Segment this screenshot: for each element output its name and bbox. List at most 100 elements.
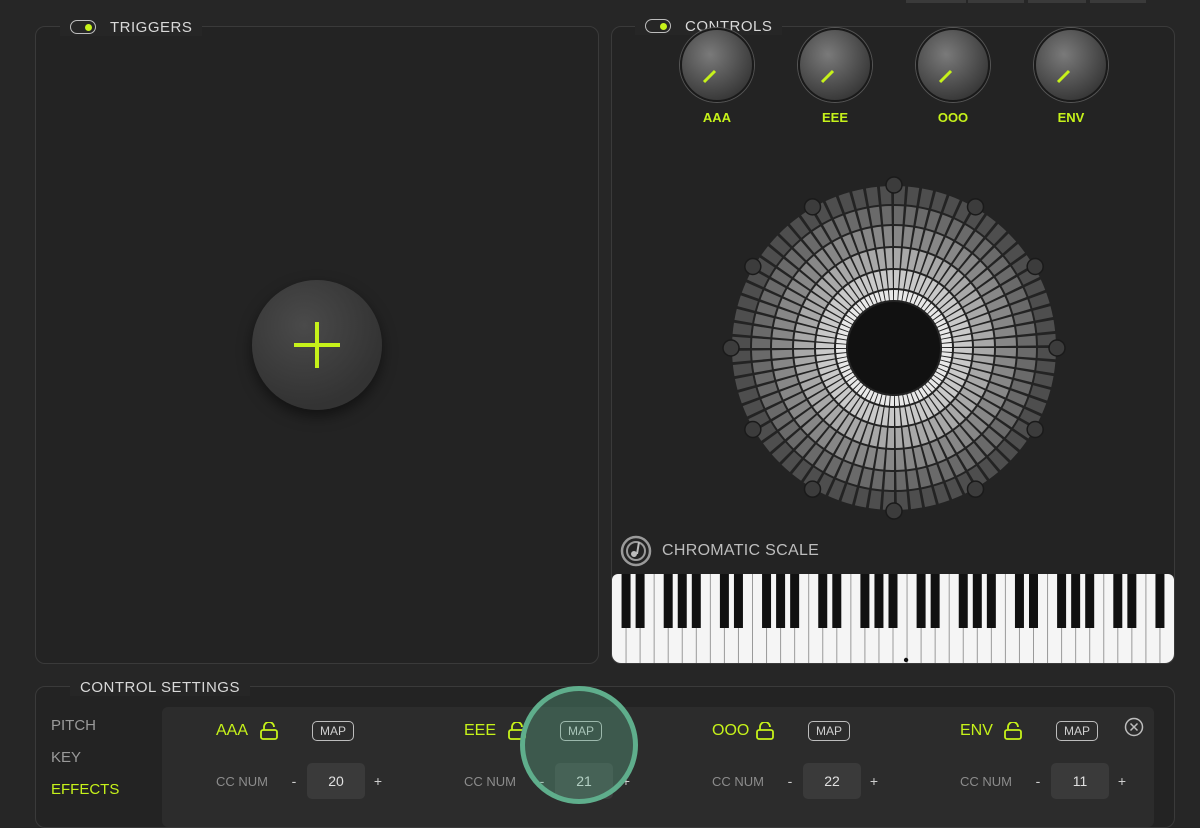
wheel-segment	[1017, 348, 1036, 358]
wheel-segment	[904, 448, 916, 470]
wheel-segment	[888, 407, 894, 426]
unlock-icon[interactable]	[1004, 722, 1022, 740]
wheel-segment	[895, 427, 903, 448]
wheel-segment	[1029, 292, 1050, 309]
knob-indicator	[820, 69, 835, 84]
cc-num-value[interactable]: 20	[307, 763, 365, 799]
wheel-segment	[734, 308, 755, 323]
triggers-toggle[interactable]	[70, 20, 96, 34]
knob-aaa[interactable]: AAA	[677, 28, 757, 125]
wheel-segment	[973, 354, 994, 364]
top-divider	[968, 0, 1024, 3]
wheel-segment	[894, 248, 901, 269]
unlock-icon[interactable]	[260, 722, 278, 740]
wheel-segment	[889, 395, 894, 406]
decrement-button[interactable]: -	[286, 773, 302, 789]
map-button[interactable]: MAP	[560, 721, 603, 741]
knob-label: ENV	[1057, 110, 1085, 125]
wheel-segment	[900, 248, 910, 269]
black-key	[930, 574, 940, 628]
black-key	[621, 574, 631, 628]
wheel-segment	[953, 348, 972, 354]
wheel-segment	[931, 191, 947, 212]
wheel-segment	[754, 313, 774, 327]
tab-effects[interactable]: EFFECTS	[51, 781, 119, 813]
wheel-segment	[973, 348, 994, 355]
black-key	[1071, 574, 1081, 628]
close-icon[interactable]	[1124, 717, 1144, 737]
unlock-icon[interactable]	[508, 722, 526, 740]
wheel-segment	[919, 188, 934, 209]
control-name: ENV	[960, 722, 993, 739]
settings-tabs: PITCH KEY EFFECTS	[51, 717, 119, 813]
increment-button[interactable]: +	[866, 773, 882, 789]
wheel-segment	[865, 186, 879, 207]
tab-pitch[interactable]: PITCH	[51, 717, 119, 749]
knob-dial[interactable]	[1034, 28, 1108, 102]
map-button[interactable]: MAP	[1056, 721, 1099, 741]
map-button[interactable]: MAP	[312, 721, 355, 741]
wheel-segment	[1016, 358, 1036, 371]
map-button[interactable]: MAP	[808, 721, 851, 741]
wheel-segment	[871, 470, 884, 490]
mapping-ooo: OOO MAP CC NUM - 22 +	[712, 721, 932, 799]
wheel-segment	[933, 483, 950, 504]
note-dot	[966, 198, 985, 216]
piano-keyboard[interactable]	[612, 574, 1174, 664]
knob-dial[interactable]	[680, 28, 754, 102]
wheel-segment	[836, 348, 847, 354]
increment-button[interactable]: +	[618, 773, 634, 789]
wheel-segment	[1035, 319, 1056, 333]
increment-button[interactable]: +	[1114, 773, 1130, 789]
cc-num-value[interactable]: 22	[803, 763, 861, 799]
wheel-segment	[869, 206, 881, 226]
control-name: EEE	[464, 722, 497, 739]
cc-num-label: CC NUM	[464, 773, 516, 789]
note-dot	[1026, 257, 1044, 276]
wheel-segment	[838, 192, 855, 213]
knob-label: OOO	[937, 110, 969, 125]
wheel-segment	[732, 322, 752, 336]
wheel-segment	[794, 332, 815, 342]
knob-dial[interactable]	[798, 28, 872, 102]
black-key	[1057, 574, 1067, 628]
wheel-segment	[909, 489, 923, 510]
black-key	[1113, 574, 1123, 628]
wheel-segment	[841, 484, 857, 505]
wheel-segment	[1036, 360, 1056, 374]
increment-button[interactable]: +	[370, 773, 386, 789]
wheel-segment	[852, 188, 867, 209]
tab-key[interactable]: KEY	[51, 749, 119, 781]
decrement-button[interactable]: -	[1030, 773, 1046, 789]
wheel-segment	[836, 338, 847, 344]
wheel-segment	[902, 226, 914, 248]
knob-label: EEE	[821, 110, 848, 125]
decrement-button[interactable]: -	[534, 773, 550, 789]
wheel-segment	[734, 375, 755, 390]
note-dot	[966, 480, 985, 498]
black-key	[860, 574, 870, 628]
cc-num-value[interactable]: 21	[555, 763, 613, 799]
wheel-segment	[772, 328, 794, 340]
knob-env[interactable]: ENV	[1031, 28, 1111, 125]
decrement-button[interactable]: -	[782, 773, 798, 789]
note-dot	[803, 198, 822, 216]
cc-num-value[interactable]: 11	[1051, 763, 1109, 799]
knob-dial[interactable]	[916, 28, 990, 102]
wheel-segment	[1013, 311, 1034, 325]
controls-toggle[interactable]	[645, 19, 671, 33]
black-key	[691, 574, 701, 628]
wheel-segment	[737, 295, 758, 311]
black-key	[888, 574, 898, 628]
middle-c-marker	[903, 657, 909, 663]
add-trigger-button[interactable]	[252, 280, 382, 410]
knob-label: AAA	[702, 110, 732, 125]
wheel-segment	[887, 270, 893, 289]
knob-indicator	[938, 69, 953, 84]
wheel-segment	[898, 290, 904, 301]
scale-selector[interactable]: CHROMATIC SCALE	[620, 535, 819, 567]
mapping-eee: EEE MAP CC NUM - 21 +	[464, 721, 684, 799]
knob-eee[interactable]: EEE	[795, 28, 875, 125]
knob-ooo[interactable]: OOO	[913, 28, 993, 125]
unlock-icon[interactable]	[756, 722, 774, 740]
